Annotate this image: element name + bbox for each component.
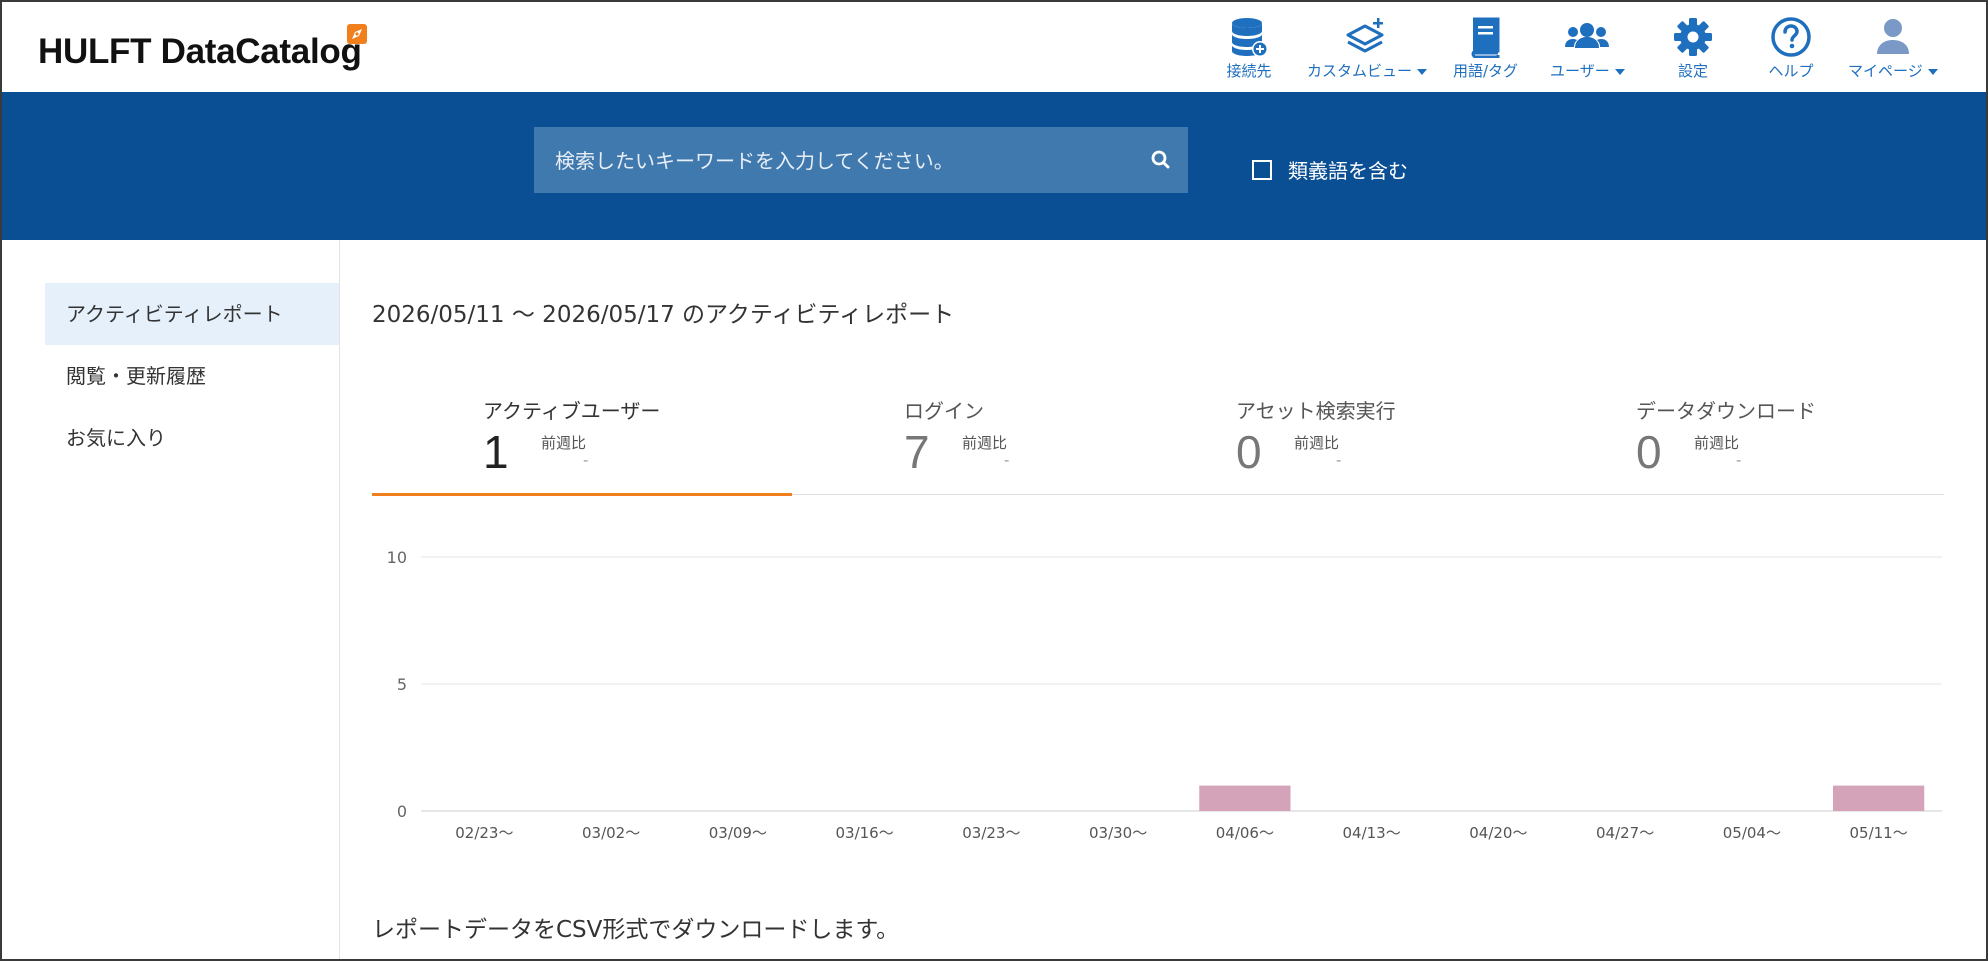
- nav-glossary-tags[interactable]: 用語/タグ: [1453, 16, 1518, 84]
- x-tick-label: 04/27～: [1596, 824, 1654, 842]
- x-tick-label: 03/02～: [582, 824, 640, 842]
- nav-help[interactable]: ヘルプ: [1767, 16, 1815, 84]
- chevron-down-icon: [1614, 68, 1625, 75]
- chart-bar[interactable]: [1832, 785, 1925, 811]
- tab-compare-value: -: [583, 451, 589, 469]
- page-title: 2026/05/11 ～ 2026/05/17 のアクティビティレポート: [372, 302, 955, 328]
- nav-mypage[interactable]: マイページ: [1848, 16, 1938, 84]
- tab-label: データダウンロード: [1636, 399, 1816, 423]
- tab-value: 0: [1636, 426, 1662, 478]
- tab-asset-search[interactable]: アセット検索実行 0 前週比 -: [1122, 387, 1522, 494]
- tab-compare-value: -: [1336, 451, 1342, 469]
- tab-value: 1: [483, 426, 509, 478]
- app-window: HULFT DataCatalog 接続先 カスタムビュー 用語/タグ ユーザー…: [0, 0, 1988, 961]
- tab-compare-value: -: [1736, 451, 1742, 469]
- nav-label: マイページ: [1848, 62, 1923, 80]
- x-tick-label: 04/20～: [1469, 824, 1527, 842]
- tab-compare-label: 前週比: [1294, 434, 1340, 452]
- tab-data-download[interactable]: データダウンロード 0 前週比 -: [1522, 387, 1942, 494]
- x-tick-label: 04/06～: [1216, 824, 1274, 842]
- search-input[interactable]: [534, 127, 1117, 195]
- search-box: [534, 127, 1188, 195]
- sidebar-item-activity-report[interactable]: アクティビティレポート: [45, 283, 339, 345]
- nav-label: 設定: [1677, 62, 1708, 80]
- y-tick-label: 0: [397, 802, 407, 821]
- x-tick-label: 03/23～: [962, 824, 1020, 842]
- nav-label: カスタムビュー: [1307, 62, 1413, 80]
- tab-compare-label: 前週比: [962, 434, 1008, 452]
- sidebar-item-favorites[interactable]: お気に入り: [45, 407, 339, 469]
- y-tick-label: 5: [397, 675, 407, 694]
- active-tab-indicator: [372, 493, 792, 496]
- x-tick-label: 03/09～: [709, 824, 767, 842]
- nav-connections[interactable]: 接続先: [1225, 16, 1273, 84]
- tab-login[interactable]: ログイン 7 前週比 -: [792, 387, 1122, 494]
- synonym-option: 類義語を含む: [1252, 155, 1408, 184]
- tab-compare-label: 前週比: [541, 434, 587, 452]
- nav-label: ユーザー: [1550, 62, 1610, 80]
- sidebar-item-history[interactable]: 閲覧・更新履歴: [45, 345, 339, 407]
- tab-value: 7: [904, 426, 930, 478]
- compass-logo-icon: [347, 24, 367, 44]
- chart-bar[interactable]: [1199, 785, 1291, 811]
- tab-active-users[interactable]: アクティブユーザー 1 前週比 -: [372, 387, 792, 496]
- user-icon: [1869, 16, 1917, 58]
- chevron-down-icon: [1927, 68, 1938, 75]
- book-icon: [1462, 16, 1510, 58]
- synonym-label[interactable]: 類義語を含む: [1288, 155, 1408, 184]
- nav-settings[interactable]: 設定: [1669, 16, 1717, 84]
- nav-label: 用語/タグ: [1453, 62, 1519, 80]
- chevron-down-icon: [1417, 68, 1428, 75]
- tab-label: アセット検索実行: [1236, 399, 1396, 423]
- search-band: 類義語を含む: [2, 92, 1986, 240]
- x-tick-label: 03/16～: [836, 824, 894, 842]
- activity-bar-chart: 0 5 10 02/23～ 03/02～ 03/09～ 03/16～ 03/23～ 03/30～…: [387, 548, 1942, 842]
- x-tick-label: 03/30～: [1089, 824, 1147, 842]
- nav-custom-view[interactable]: カスタムビュー: [1307, 16, 1428, 84]
- tab-value: 0: [1236, 426, 1262, 478]
- x-tick-label: 05/11～: [1850, 824, 1908, 842]
- help-circle-icon: [1767, 16, 1815, 58]
- tab-label: アクティブユーザー: [483, 399, 661, 423]
- tab-compare-label: 前週比: [1694, 434, 1740, 452]
- nav-label: ヘルプ: [1768, 62, 1814, 80]
- tab-compare-value: -: [1004, 451, 1010, 469]
- sidebar: アクティビティレポート 閲覧・更新履歴 お気に入り: [2, 240, 340, 959]
- synonym-checkbox[interactable]: [1252, 159, 1272, 180]
- database-plus-icon: [1225, 16, 1273, 58]
- nav-users[interactable]: ユーザー: [1550, 16, 1625, 84]
- tab-label: ログイン: [904, 399, 984, 423]
- x-tick-label: 02/23～: [455, 824, 513, 842]
- csv-download-text: レポートデータをCSV形式でダウンロードします。: [372, 917, 900, 943]
- x-tick-label: 05/04～: [1723, 824, 1781, 842]
- app-logo[interactable]: HULFT DataCatalog: [38, 32, 362, 72]
- gear-icon: [1669, 16, 1717, 58]
- users-icon: [1563, 16, 1611, 58]
- layers-plus-icon: [1343, 16, 1391, 58]
- top-header: HULFT DataCatalog 接続先 カスタムビュー 用語/タグ ユーザー…: [2, 2, 1986, 92]
- y-tick-label: 10: [387, 548, 407, 567]
- nav-label: 接続先: [1226, 62, 1272, 80]
- search-icon[interactable]: [1148, 147, 1174, 173]
- x-tick-label: 04/13～: [1343, 824, 1401, 842]
- metric-tabs: アクティブユーザー 1 前週比 - ログイン 7 前週比 - アセット検索実行 …: [372, 387, 1944, 496]
